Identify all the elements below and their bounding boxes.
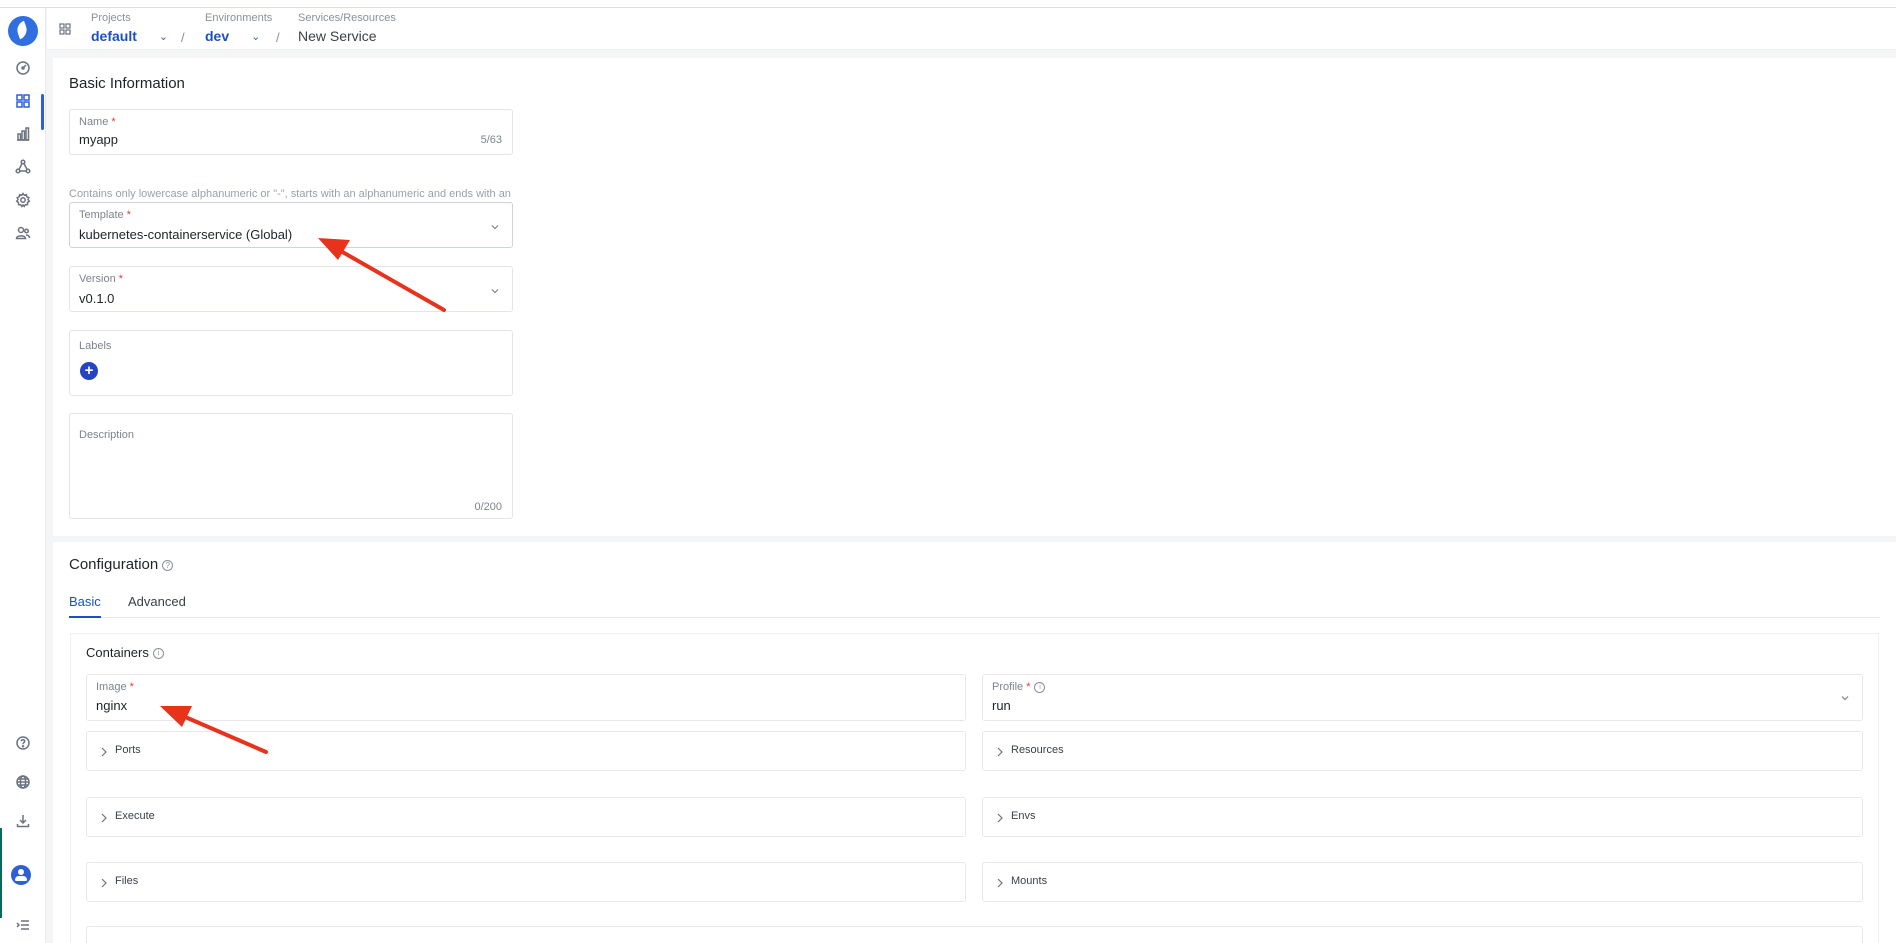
required-mark: * — [129, 681, 134, 693]
app-switcher-icon[interactable] — [59, 22, 71, 35]
add-label-button[interactable]: + — [80, 362, 98, 380]
applications-grid-icon[interactable] — [12, 90, 34, 112]
image-field[interactable]: Image * nginx — [86, 674, 966, 721]
help-circle-icon[interactable] — [12, 732, 34, 754]
version-select[interactable]: Version * v0.1.0 — [69, 266, 513, 312]
breadcrumb-project-value[interactable]: default — [91, 26, 137, 46]
resources-label: Resources — [1011, 744, 1064, 756]
name-label: Name — [79, 116, 109, 128]
name-input[interactable]: myapp — [79, 132, 118, 147]
template-value[interactable]: kubernetes-containerservice (Global) — [79, 227, 292, 242]
containers-title-text: Containers — [86, 645, 149, 660]
active-nav-indicator — [41, 94, 44, 130]
required-mark: * — [111, 116, 116, 128]
config-tabs: Basic Advanced — [69, 590, 1880, 618]
version-label: Version — [79, 273, 116, 285]
breadcrumb-service: Services/Resources New Service — [298, 10, 396, 46]
files-section[interactable]: Files — [86, 862, 966, 902]
description-label: Description — [79, 429, 135, 441]
description-char-count: 0/200 — [474, 501, 502, 513]
configuration-title-text: Configuration — [69, 556, 159, 573]
mounts-label: Mounts — [1011, 875, 1048, 887]
chevron-right-icon — [99, 876, 109, 888]
description-textarea[interactable]: Description 0/200 — [69, 413, 513, 519]
chevron-right-icon — [99, 811, 109, 823]
profile-label: Profile — [992, 681, 1024, 693]
template-select[interactable]: Template * kubernetes-containerservice (G… — [69, 202, 513, 248]
more-sections-row — [86, 926, 1863, 943]
brand-logo[interactable] — [8, 16, 38, 46]
image-label: Image — [96, 681, 127, 693]
help-icon[interactable]: ? — [162, 559, 174, 571]
required-mark: * — [1026, 681, 1031, 693]
globe-icon[interactable] — [12, 771, 34, 793]
containers-panel: Containers i Image * nginx Profile * i run P… — [70, 633, 1879, 943]
breadcrumb-service-caption: Services/Resources — [298, 12, 396, 24]
dashboard-icon[interactable] — [12, 57, 34, 79]
breadcrumb-environment-caption: Environments — [205, 12, 273, 24]
settings-gear-icon[interactable] — [12, 189, 34, 211]
required-mark: * — [118, 273, 123, 285]
name-field[interactable]: Name * myapp 5/63 — [69, 109, 513, 155]
execute-label: Execute — [115, 810, 155, 822]
breadcrumb-service-value: New Service — [298, 28, 377, 44]
bar-chart-icon[interactable] — [12, 123, 34, 145]
resources-section[interactable]: Resources — [982, 731, 1863, 771]
window-top-edge — [0, 0, 1896, 8]
chevron-right-icon — [995, 745, 1005, 757]
version-value[interactable]: v0.1.0 — [79, 291, 114, 306]
ports-label: Ports — [115, 744, 141, 756]
chevron-down-icon[interactable]: ⌄ — [251, 30, 260, 43]
chevron-down-icon[interactable] — [490, 219, 500, 230]
window-edge-strip — [0, 828, 2, 918]
breadcrumb-project-caption: Projects — [91, 12, 131, 24]
user-avatar-icon[interactable] — [11, 865, 31, 885]
labels-field: Labels + — [69, 330, 513, 396]
profile-value[interactable]: run — [992, 698, 1011, 713]
tab-advanced[interactable]: Advanced — [128, 594, 186, 618]
info-icon[interactable]: i — [152, 648, 164, 660]
labels-label: Labels — [79, 340, 112, 352]
top-header: Projects default ⌄ / Environments dev ⌄ / … — [47, 8, 1896, 50]
chevron-right-icon — [99, 745, 109, 757]
image-input[interactable]: nginx — [96, 698, 127, 713]
chevron-down-icon[interactable] — [490, 283, 500, 294]
envs-section[interactable]: Envs — [982, 797, 1863, 837]
chevron-down-icon[interactable]: ⌄ — [159, 30, 168, 43]
chevron-down-icon[interactable] — [1840, 690, 1850, 701]
profile-select[interactable]: Profile * i run — [982, 674, 1863, 721]
required-mark: * — [126, 209, 131, 221]
chevron-right-icon — [995, 876, 1005, 888]
breadcrumb-separator: / — [181, 30, 185, 45]
tab-basic[interactable]: Basic — [69, 594, 101, 618]
connections-icon[interactable] — [12, 156, 34, 178]
sidebar — [0, 8, 46, 943]
breadcrumb-environment[interactable]: Environments dev ⌄ — [205, 10, 272, 46]
basic-information-section: Basic Information Name * myapp 5/63 Conta… — [53, 58, 1896, 536]
execute-section[interactable]: Execute — [86, 797, 966, 837]
basic-information-title: Basic Information — [69, 75, 185, 92]
breadcrumb-separator: / — [276, 30, 280, 45]
download-icon[interactable] — [12, 810, 34, 832]
mounts-section[interactable]: Mounts — [982, 862, 1863, 902]
info-icon[interactable]: i — [1034, 681, 1046, 693]
chevron-right-icon — [995, 811, 1005, 823]
users-icon[interactable] — [12, 222, 34, 244]
name-char-count: 5/63 — [480, 134, 502, 146]
breadcrumb-project[interactable]: Projects default ⌄ — [91, 10, 168, 46]
files-label: Files — [115, 875, 139, 887]
breadcrumb-environment-value[interactable]: dev — [205, 26, 229, 46]
collapse-menu-icon[interactable] — [12, 914, 34, 936]
containers-title: Containers i — [86, 645, 164, 660]
envs-label: Envs — [1011, 810, 1036, 822]
configuration-section: Configuration? Basic Advanced Containers… — [53, 542, 1896, 943]
template-label: Template — [79, 209, 124, 221]
ports-section[interactable]: Ports — [86, 731, 966, 771]
configuration-title: Configuration? — [69, 556, 174, 573]
